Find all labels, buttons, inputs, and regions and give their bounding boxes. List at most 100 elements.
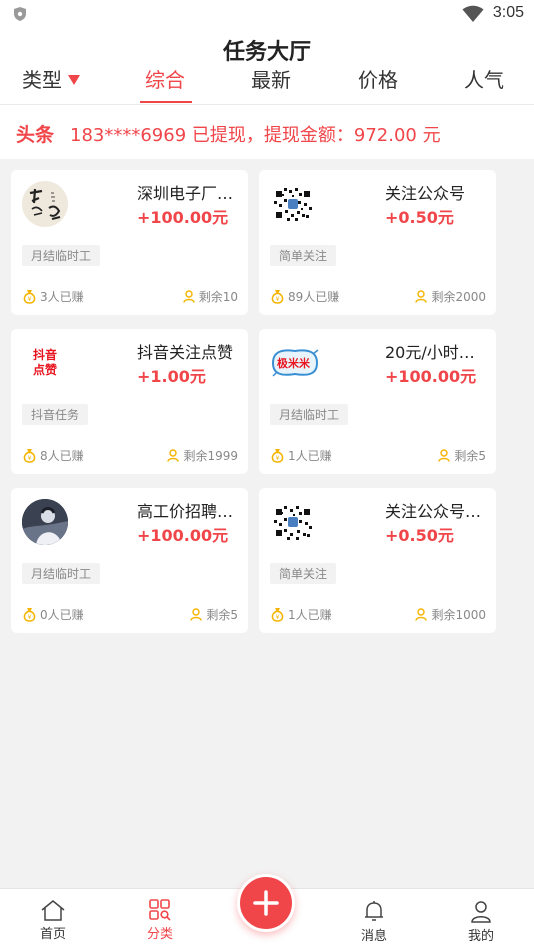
coin-bag-icon: ¥ bbox=[23, 608, 36, 622]
nav-profile-label: 我的 bbox=[467, 929, 494, 944]
active-tab-indicator bbox=[140, 101, 192, 103]
earned-text: 1人已赚 bbox=[288, 608, 332, 622]
person-icon bbox=[415, 608, 428, 621]
nav-home-label: 首页 bbox=[39, 927, 66, 942]
person-icon bbox=[415, 290, 428, 303]
task-tag: 抖音任务 bbox=[22, 404, 89, 425]
task-price: +1.00元 bbox=[137, 367, 206, 386]
svg-text:¥: ¥ bbox=[28, 614, 32, 621]
header: 任务大厅 类型 综合 最新 价格 人气 bbox=[0, 28, 534, 104]
earned-text: 89人已赚 bbox=[288, 290, 340, 304]
home-icon bbox=[41, 900, 65, 921]
person-icon bbox=[190, 608, 203, 621]
task-card[interactable]: 高工价招聘… +100.00元 月结临时工 ¥ 0人已赚 剩余5 bbox=[11, 488, 248, 633]
earned-count: ¥ 8人已赚 bbox=[22, 447, 84, 464]
svg-text:¥: ¥ bbox=[276, 614, 280, 621]
remaining-text: 剩余1999 bbox=[183, 449, 238, 463]
remaining-text: 剩余2000 bbox=[431, 290, 486, 304]
nav-category[interactable]: 分类 bbox=[130, 889, 190, 942]
task-card[interactable]: 极米米 20元/小时… +100.00元 月结临时工 ¥ 1人已赚 剩余5 bbox=[259, 329, 496, 474]
category-icon bbox=[149, 899, 171, 921]
dropdown-triangle-icon bbox=[68, 74, 80, 85]
task-tag: 月结临时工 bbox=[22, 563, 101, 584]
remaining-count: 剩余10 bbox=[183, 288, 238, 305]
user-icon bbox=[471, 901, 491, 923]
task-title: 20元/小时… bbox=[385, 343, 475, 362]
douyin-thumbnail: 抖音点赞 bbox=[22, 340, 68, 386]
person-icon bbox=[183, 290, 195, 303]
task-tag: 简单关注 bbox=[270, 245, 337, 266]
task-title: 抖音关注点赞 bbox=[137, 343, 234, 362]
headline-ticker[interactable]: 头条 183****6969 已提现，提现金额：972.00 元 bbox=[0, 105, 534, 159]
task-price: +100.00元 bbox=[137, 208, 229, 227]
qr-code-image bbox=[270, 499, 316, 545]
mimi-logo: 极米米 bbox=[269, 340, 321, 386]
task-title: 高工价招聘… bbox=[137, 502, 234, 521]
douyin-thumb-text: 抖音点赞 bbox=[32, 348, 57, 377]
task-card[interactable]: 抖音点赞 抖音关注点赞 +1.00元 抖音任务 ¥ 8人已赚 剩余1999 bbox=[11, 329, 248, 474]
remaining-count: 剩余2000 bbox=[415, 288, 486, 305]
task-tag: 月结临时工 bbox=[22, 245, 101, 266]
remaining-text: 剩余5 bbox=[206, 608, 238, 622]
headline-tag: 头条 bbox=[16, 124, 55, 146]
publish-task-button[interactable] bbox=[237, 874, 295, 932]
status-time: 3:05 bbox=[492, 4, 524, 21]
tab-type-label: 类型 bbox=[22, 68, 62, 92]
tab-latest[interactable]: 最新 bbox=[251, 64, 291, 93]
svg-text:¥: ¥ bbox=[28, 296, 32, 303]
coin-bag-icon: ¥ bbox=[23, 290, 36, 304]
earned-count: ¥ 3人已赚 bbox=[22, 288, 84, 305]
qr-code-image bbox=[270, 181, 316, 227]
task-card[interactable]: 关注公众号 +0.50元 简单关注 ¥ 89人已赚 剩余2000 bbox=[259, 170, 496, 315]
calligraphy-avatar bbox=[22, 181, 68, 227]
earned-text: 3人已赚 bbox=[40, 290, 84, 304]
remaining-count: 剩余1999 bbox=[167, 447, 238, 464]
svg-text:¥: ¥ bbox=[276, 296, 280, 303]
wifi-icon bbox=[462, 5, 484, 27]
coin-bag-icon: ¥ bbox=[271, 449, 284, 463]
photo-avatar bbox=[22, 499, 68, 545]
earned-count: ¥ 1人已赚 bbox=[270, 447, 332, 464]
coin-bag-icon: ¥ bbox=[23, 449, 36, 463]
earned-text: 0人已赚 bbox=[40, 608, 84, 622]
mimi-logo-text: 极米米 bbox=[277, 357, 310, 370]
remaining-text: 剩余10 bbox=[198, 290, 238, 304]
shield-icon bbox=[14, 7, 26, 21]
task-price: +100.00元 bbox=[137, 526, 229, 545]
remaining-count: 剩余5 bbox=[438, 447, 486, 464]
task-price: +0.50元 bbox=[385, 208, 454, 227]
status-bar: 3:05 bbox=[0, 0, 534, 28]
bell-icon bbox=[365, 901, 383, 921]
earned-count: ¥ 1人已赚 bbox=[270, 606, 332, 623]
tab-price[interactable]: 价格 bbox=[358, 64, 398, 93]
nav-messages[interactable]: 消息 bbox=[344, 889, 404, 944]
person-icon bbox=[167, 449, 180, 462]
person-icon bbox=[438, 449, 451, 462]
earned-text: 8人已赚 bbox=[40, 449, 84, 463]
coin-bag-icon: ¥ bbox=[271, 290, 284, 304]
earned-count: ¥ 0人已赚 bbox=[22, 606, 84, 623]
task-title: 关注公众号… bbox=[385, 502, 482, 521]
nav-category-label: 分类 bbox=[146, 927, 173, 942]
tab-popularity[interactable]: 人气 bbox=[464, 64, 504, 93]
page-title: 任务大厅 bbox=[222, 40, 311, 65]
task-card[interactable]: 深圳电子厂… +100.00元 月结临时工 ¥ 3人已赚 剩余10 bbox=[11, 170, 248, 315]
task-price: +100.00元 bbox=[385, 367, 477, 386]
coin-bag-icon: ¥ bbox=[271, 608, 284, 622]
tab-comprehensive[interactable]: 综合 bbox=[145, 64, 185, 93]
nav-messages-label: 消息 bbox=[360, 929, 387, 944]
nav-home[interactable]: 首页 bbox=[23, 889, 83, 942]
task-tag: 月结临时工 bbox=[270, 404, 349, 425]
plus-icon bbox=[253, 890, 279, 916]
earned-count: ¥ 89人已赚 bbox=[270, 288, 339, 305]
svg-text:¥: ¥ bbox=[28, 455, 32, 462]
tab-type[interactable]: 类型 bbox=[22, 64, 80, 93]
task-tag: 简单关注 bbox=[270, 563, 337, 584]
nav-profile[interactable]: 我的 bbox=[451, 889, 511, 944]
earned-text: 1人已赚 bbox=[288, 449, 332, 463]
remaining-text: 剩余1000 bbox=[431, 608, 486, 622]
headline-message: 183****6969 已提现，提现金额：972.00 元 bbox=[70, 125, 441, 146]
task-card[interactable]: 关注公众号… +0.50元 简单关注 ¥ 1人已赚 剩余1000 bbox=[259, 488, 496, 633]
remaining-text: 剩余5 bbox=[454, 449, 486, 463]
remaining-count: 剩余5 bbox=[190, 606, 238, 623]
